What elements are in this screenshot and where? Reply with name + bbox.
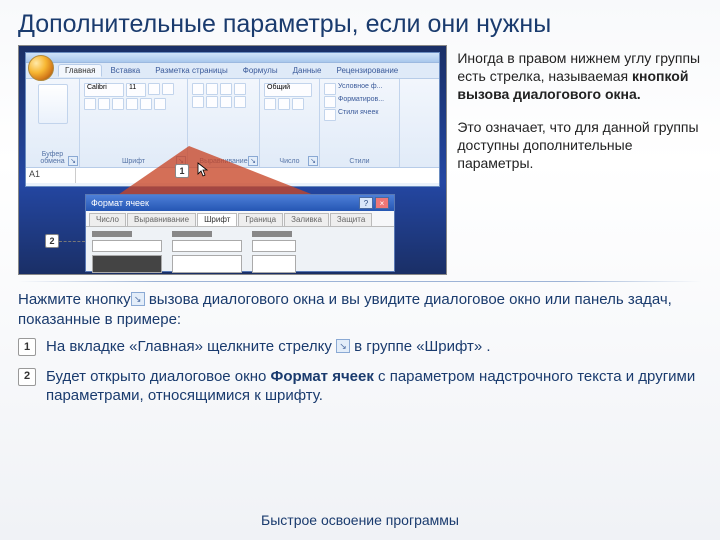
group-clipboard: Буфер обмена: [26, 79, 80, 167]
grow-font-icon[interactable]: [148, 83, 160, 95]
tab-insert[interactable]: Вставка: [103, 64, 147, 77]
border-icon[interactable]: [126, 98, 138, 110]
steps-list: 1 На вкладке «Главная» щелкните стрелку …: [0, 337, 720, 406]
fill-color-icon[interactable]: [140, 98, 152, 110]
dialog-launcher-icon: [131, 292, 145, 306]
format-table-label: Форматиров...: [338, 96, 384, 108]
para-2: Это означает, что для данной группы дост…: [457, 118, 702, 173]
align-bot-icon[interactable]: [220, 83, 232, 95]
font-size-combo[interactable]: 11: [126, 83, 146, 97]
align-left-icon[interactable]: [192, 96, 204, 108]
clipboard-launcher-icon[interactable]: [68, 156, 78, 166]
step-1-text: На вкладке «Главная» щелкните стрелку в …: [46, 337, 702, 357]
font-name-combo[interactable]: Calibri: [84, 83, 124, 97]
callout-marker-1: 1: [175, 164, 189, 178]
shrink-font-icon[interactable]: [162, 83, 174, 95]
group-styles: Условное ф... Форматиров... Стили ячеек …: [320, 79, 400, 167]
dlg-label: [92, 231, 132, 237]
indent-icon[interactable]: [234, 96, 246, 108]
align-top-icon[interactable]: [192, 83, 204, 95]
cell-styles-icon[interactable]: [324, 109, 336, 121]
tab-formulas[interactable]: Формулы: [236, 64, 285, 77]
office-button[interactable]: [28, 55, 54, 81]
bold-icon[interactable]: [84, 98, 96, 110]
slide-title: Дополнительные параметры, если они нужны: [0, 0, 720, 45]
paste-button[interactable]: [38, 84, 68, 124]
dlg-list[interactable]: [172, 255, 242, 273]
dialog-launcher-icon: [336, 339, 350, 353]
dlg-size-field[interactable]: [252, 240, 296, 252]
dialog-close-icon[interactable]: ×: [375, 197, 389, 209]
underline-icon[interactable]: [112, 98, 124, 110]
align-center-icon[interactable]: [206, 96, 218, 108]
dlg-list[interactable]: [252, 255, 296, 273]
ribbon-tabs: Главная Вставка Разметка страницы Формул…: [26, 63, 439, 79]
dlg-tab-number[interactable]: Число: [89, 213, 126, 226]
orient-icon[interactable]: [234, 83, 246, 95]
dialog-tabs: Число Выравнивание Шрифт Граница Заливка…: [86, 211, 394, 227]
step-num-2: 2: [18, 368, 36, 386]
callout-highlight: [109, 146, 329, 201]
dlg-label: [252, 231, 292, 237]
dlg-tab-align[interactable]: Выравнивание: [127, 213, 196, 226]
top-area: Главная Вставка Разметка страницы Формул…: [0, 45, 720, 275]
dialog-titlebar: Формат ячеек ? ×: [86, 195, 394, 211]
step-num-1: 1: [18, 338, 36, 356]
dialog-title: Формат ячеек: [91, 198, 149, 208]
dlg-tab-fill[interactable]: Заливка: [284, 213, 329, 226]
dlg-tab-font[interactable]: Шрифт: [197, 213, 237, 226]
format-table-icon[interactable]: [324, 96, 336, 108]
name-box[interactable]: A1: [26, 168, 76, 183]
tab-data[interactable]: Данные: [286, 64, 329, 77]
tab-home[interactable]: Главная: [58, 64, 102, 77]
cond-format-icon[interactable]: [324, 83, 336, 95]
align-right-icon[interactable]: [220, 96, 232, 108]
group-styles-label: Стили: [324, 158, 395, 165]
intro-line: Нажмите кнопку вызова диалогового окна и…: [0, 288, 720, 337]
callout-marker-2: 2: [45, 234, 59, 248]
format-cells-dialog: Формат ячеек ? × Число Выравнивание Шриф…: [85, 194, 395, 272]
callout-line-2: [59, 241, 85, 242]
percent-icon[interactable]: [278, 98, 290, 110]
tab-layout[interactable]: Разметка страницы: [148, 64, 235, 77]
window-titlebar: [26, 53, 439, 63]
italic-icon[interactable]: [98, 98, 110, 110]
step-2: 2 Будет открыто диалоговое окно Формат я…: [18, 367, 702, 406]
step-2-text: Будет открыто диалоговое окно Формат яче…: [46, 367, 702, 406]
dlg-font-field[interactable]: [92, 240, 162, 252]
dialog-body: [86, 227, 394, 275]
comma-icon[interactable]: [292, 98, 304, 110]
cond-format-label: Условное ф...: [338, 83, 382, 95]
tab-review[interactable]: Рецензирование: [329, 64, 405, 77]
para-1: Иногда в правом нижнем углу группы есть …: [457, 49, 702, 104]
font-color-icon[interactable]: [154, 98, 166, 110]
dlg-list[interactable]: [92, 255, 162, 273]
dlg-tab-border[interactable]: Граница: [238, 213, 283, 226]
align-mid-icon[interactable]: [206, 83, 218, 95]
dialog-help-icon[interactable]: ?: [359, 197, 373, 209]
app-screenshot: Главная Вставка Разметка страницы Формул…: [18, 45, 447, 275]
dlg-style-field[interactable]: [172, 240, 242, 252]
divider: [18, 281, 702, 282]
currency-icon[interactable]: [264, 98, 276, 110]
number-format-combo[interactable]: Общий: [264, 83, 312, 97]
cell-styles-label: Стили ячеек: [338, 109, 378, 121]
dlg-tab-protect[interactable]: Защита: [330, 213, 372, 226]
cursor-icon: [197, 162, 209, 178]
explanation-text: Иногда в правом нижнем углу группы есть …: [457, 45, 702, 275]
step-1: 1 На вкладке «Главная» щелкните стрелку …: [18, 337, 702, 357]
slide-footer: Быстрое освоение программы: [0, 512, 720, 528]
dlg-label: [172, 231, 212, 237]
